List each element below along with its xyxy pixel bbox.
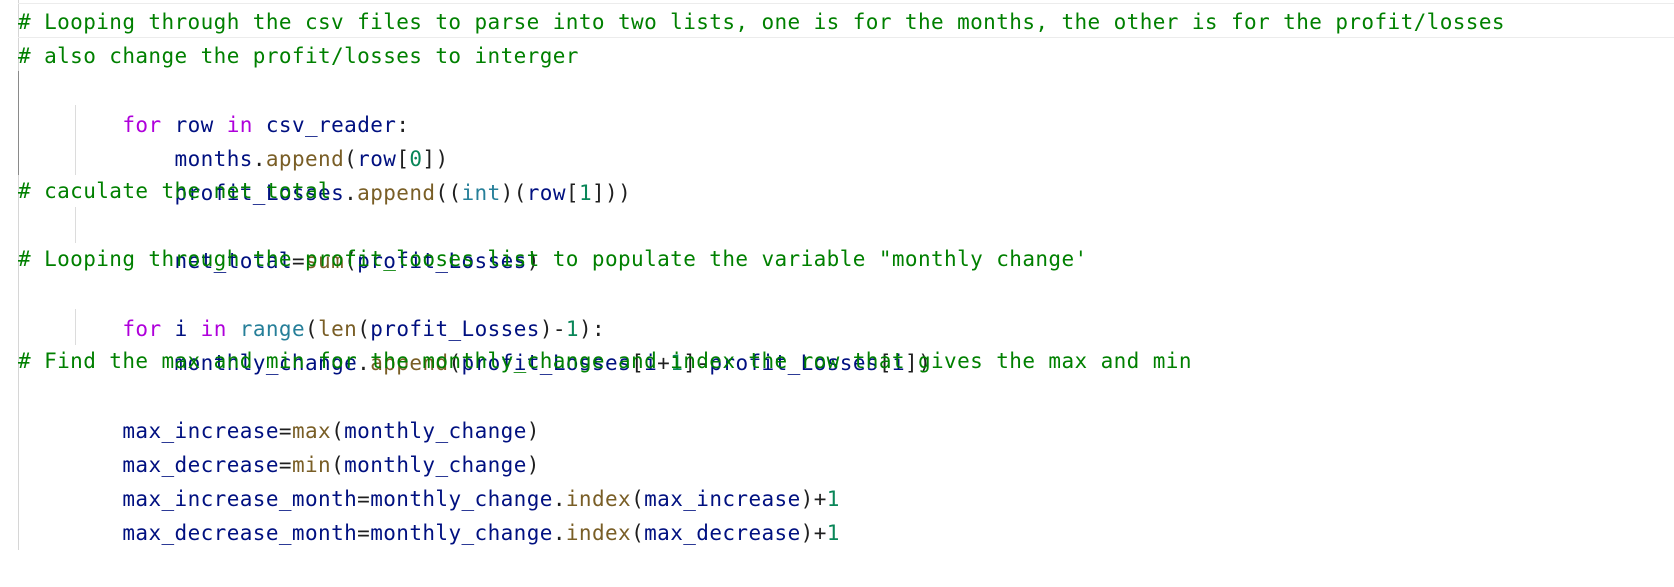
code-line-11[interactable]: # Find the max and min for the monthly_c… bbox=[18, 343, 1192, 379]
indent-guide bbox=[75, 105, 76, 141]
comment-token: # caculate the net total bbox=[18, 179, 332, 203]
code-line-8[interactable]: # Looping through the profit_looses list… bbox=[18, 241, 1088, 277]
code-line-1[interactable]: # Looping through the csv files to parse… bbox=[18, 3, 1674, 40]
code-line-4[interactable]: months.append(row[0]) bbox=[18, 105, 449, 171]
code-tokens: max_decrease_month=monthly_change.index(… bbox=[122, 521, 840, 545]
code-line-13[interactable]: max_decrease=min(monthly_change) bbox=[18, 411, 540, 477]
code-line-15[interactable]: max_decrease_month=monthly_change.index(… bbox=[18, 479, 840, 545]
indent-guide bbox=[18, 105, 19, 141]
code-line-10[interactable]: monthly_change.append(profit_Losses[i+1]… bbox=[18, 309, 931, 375]
code-line-14[interactable]: max_increase_month=monthly_change.index(… bbox=[18, 445, 840, 511]
indent-guide bbox=[75, 207, 76, 243]
code-line-5[interactable]: profit_Losses.append((int)(row[1])) bbox=[18, 139, 631, 205]
code-line-3[interactable]: for row in csv_reader: bbox=[18, 71, 409, 137]
indent-guide bbox=[75, 139, 76, 175]
indent-guide bbox=[18, 139, 19, 175]
comment-token: # Looping through the csv files to parse… bbox=[18, 10, 1505, 34]
code-line-2[interactable]: # also change the profit/losses to inter… bbox=[18, 37, 1674, 74]
code-line-9[interactable]: for i in range(len(profit_Losses)-1): bbox=[18, 275, 605, 341]
code-editor[interactable]: # Looping through the csv files to parse… bbox=[0, 0, 1674, 550]
code-line-7[interactable]: net_total=sum(profit_Losses) bbox=[18, 207, 540, 273]
code-line-6[interactable]: # caculate the net total bbox=[18, 173, 331, 209]
indent-guide bbox=[18, 71, 19, 107]
comment-token: # Looping through the profit_looses list… bbox=[18, 247, 1088, 271]
indent-guide bbox=[75, 309, 76, 345]
comment-token: # Find the max and min for the monthly_c… bbox=[18, 349, 1192, 373]
comment-token: # also change the profit/losses to inter… bbox=[18, 44, 579, 68]
code-line-12[interactable]: max_increase=max(monthly_change) bbox=[18, 377, 540, 443]
